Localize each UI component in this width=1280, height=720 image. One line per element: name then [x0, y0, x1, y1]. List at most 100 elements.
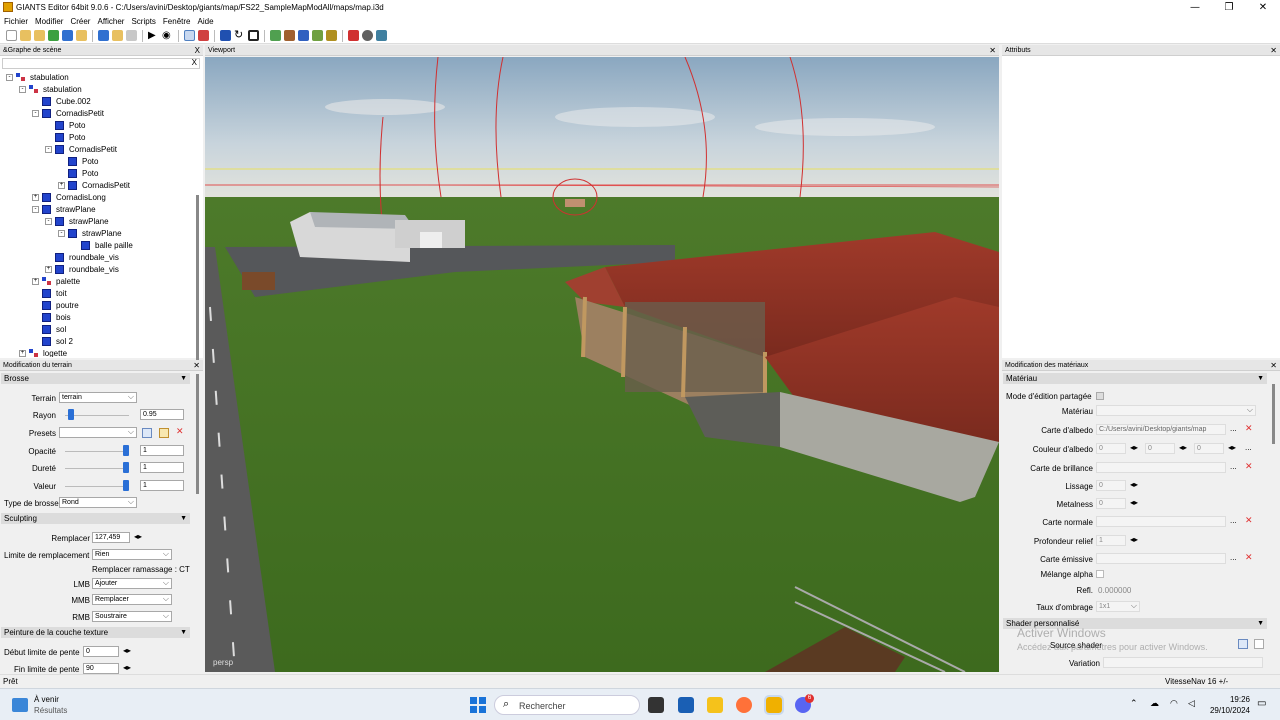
- menu-afficher[interactable]: Afficher: [97, 17, 124, 26]
- alpha-blend-checkbox[interactable]: [1096, 570, 1104, 578]
- refresh-icon[interactable]: [48, 30, 59, 41]
- weather-icon[interactable]: [12, 698, 28, 712]
- search-box[interactable]: ⌕ Rechercher: [494, 695, 640, 715]
- collapse-toggle-icon[interactable]: -: [45, 217, 52, 225]
- script-icon[interactable]: [376, 30, 387, 41]
- scene-tree-item[interactable]: toit: [32, 287, 67, 299]
- fin-arrows-icon[interactable]: ◂▸: [123, 663, 131, 672]
- store-icon[interactable]: [678, 697, 694, 713]
- lissage-input[interactable]: 0: [1096, 480, 1126, 491]
- material-section-header[interactable]: Matériau ▼: [1003, 373, 1267, 384]
- durete-input[interactable]: 1: [140, 462, 184, 473]
- scene-render[interactable]: persp: [205, 57, 999, 672]
- scene-tree-item[interactable]: - strawPlane: [58, 227, 122, 239]
- collapse-toggle-icon[interactable]: -: [45, 145, 52, 153]
- normal-browse-button[interactable]: ...: [1230, 516, 1237, 525]
- normal-remove-icon[interactable]: ✕: [1245, 515, 1253, 526]
- terrain-scrollbar[interactable]: [196, 374, 199, 494]
- scene-tree-item[interactable]: - strawPlane: [32, 203, 96, 215]
- firefox-icon[interactable]: [736, 697, 752, 713]
- material-scrollbar[interactable]: [1272, 384, 1275, 444]
- start-icon[interactable]: [470, 697, 486, 713]
- tree-icon[interactable]: [326, 30, 337, 41]
- attributes-close-button[interactable]: ✕: [1270, 45, 1277, 56]
- sculpting-section-header[interactable]: Sculpting ▼: [1, 513, 190, 524]
- tree-scrollbar[interactable]: [196, 195, 199, 360]
- settings-icon[interactable]: [362, 30, 373, 41]
- debut-pente-input[interactable]: 0: [83, 646, 119, 657]
- delete-preset-icon[interactable]: ✕: [176, 426, 184, 437]
- color-icon[interactable]: [348, 30, 359, 41]
- filter-clear-button[interactable]: X: [192, 58, 197, 67]
- save-icon[interactable]: [34, 30, 45, 41]
- volume-icon[interactable]: ◁: [1188, 698, 1195, 709]
- scene-tree-item[interactable]: Cube.002: [32, 95, 91, 107]
- valeur-input[interactable]: 1: [140, 480, 184, 491]
- albedo-b-input[interactable]: 0: [1194, 443, 1224, 454]
- scene-graph-close-button[interactable]: X: [195, 45, 200, 56]
- rayon-slider-knob[interactable]: [67, 409, 74, 420]
- decal-icon[interactable]: [312, 30, 323, 41]
- expand-toggle-icon[interactable]: +: [32, 277, 39, 285]
- albedo-g-arrows-icon[interactable]: ◂▸: [1179, 443, 1187, 452]
- scene-tree-item[interactable]: + CornadisLong: [32, 191, 106, 203]
- gloss-remove-icon[interactable]: ✕: [1245, 461, 1253, 472]
- open-icon[interactable]: [20, 30, 31, 41]
- move-icon[interactable]: [220, 30, 231, 41]
- variation-input[interactable]: [1103, 657, 1263, 668]
- remplacer-input[interactable]: 127,459: [92, 532, 130, 543]
- collapse-toggle-icon[interactable]: -: [32, 109, 39, 117]
- menu-fenetre[interactable]: Fenêtre: [163, 17, 191, 26]
- expand-toggle-icon[interactable]: +: [19, 349, 26, 357]
- durete-slider-knob[interactable]: [123, 462, 129, 473]
- normal-map-input[interactable]: [1096, 516, 1226, 527]
- fin-pente-input[interactable]: 90: [83, 663, 119, 674]
- mmb-select[interactable]: Remplacer: [92, 594, 172, 605]
- relief-arrows-icon[interactable]: ◂▸: [1130, 535, 1138, 544]
- opacite-slider-track[interactable]: [65, 451, 129, 452]
- scene-tree-item[interactable]: - strawPlane: [45, 215, 109, 227]
- chevron-up-icon[interactable]: ⌃: [1130, 698, 1138, 709]
- valeur-slider-knob[interactable]: [123, 480, 129, 491]
- terrain-close-button[interactable]: ✕: [193, 360, 200, 371]
- brush-section-header[interactable]: Brosse ▼: [1, 373, 190, 384]
- scene-tree-item[interactable]: + CornadisPetit: [58, 179, 130, 191]
- scene-tree-item[interactable]: sol: [32, 323, 66, 335]
- rayon-input[interactable]: 0.95: [140, 409, 184, 420]
- opacite-slider-knob[interactable]: [123, 445, 129, 456]
- task-view-icon[interactable]: [648, 697, 664, 713]
- material-close-button[interactable]: ✕: [1270, 360, 1277, 371]
- albedo-r-arrows-icon[interactable]: ◂▸: [1130, 443, 1138, 452]
- lissage-arrows-icon[interactable]: ◂▸: [1130, 480, 1138, 489]
- valeur-slider-track[interactable]: [65, 486, 129, 487]
- new-icon[interactable]: [6, 30, 17, 41]
- foliage-icon[interactable]: [298, 30, 309, 41]
- collapse-toggle-icon[interactable]: -: [58, 229, 65, 237]
- file-explorer-icon[interactable]: [707, 697, 723, 713]
- select-icon[interactable]: [184, 30, 195, 41]
- scene-tree-item[interactable]: balle paille: [71, 239, 133, 251]
- scene-tree-item[interactable]: - stabulation: [6, 71, 69, 83]
- scene-tree[interactable]: - stabulation - stabulation Cube.002- Cornadi…: [0, 71, 196, 357]
- collapse-toggle-icon[interactable]: -: [6, 73, 13, 81]
- load-preset-icon[interactable]: [159, 428, 169, 438]
- shader-source-icon[interactable]: [1238, 639, 1248, 649]
- limite-select[interactable]: Rien: [92, 549, 172, 560]
- menu-fichier[interactable]: Fichier: [4, 17, 28, 26]
- clock-date[interactable]: 29/10/2024: [1204, 706, 1250, 715]
- albedo-browse-button[interactable]: ...: [1230, 424, 1237, 433]
- brush-icon[interactable]: [198, 30, 209, 41]
- scene-tree-item[interactable]: - stabulation: [19, 83, 82, 95]
- viewport-close-button[interactable]: ✕: [989, 45, 996, 56]
- scene-tree-item[interactable]: bois: [32, 311, 71, 323]
- brush-type-select[interactable]: Rond: [59, 497, 137, 508]
- shadow-rate-select[interactable]: 1x1: [1096, 601, 1140, 612]
- play-icon[interactable]: ▶: [148, 30, 159, 41]
- emissive-map-input[interactable]: [1096, 553, 1226, 564]
- scene-tree-item[interactable]: Poto: [45, 119, 85, 131]
- terrain-select[interactable]: terrain: [59, 392, 137, 403]
- albedo-b-arrows-icon[interactable]: ◂▸: [1228, 443, 1236, 452]
- albedo-r-input[interactable]: 0: [1096, 443, 1126, 454]
- metalness-input[interactable]: 0: [1096, 498, 1126, 509]
- weather-title[interactable]: À venir: [34, 695, 59, 704]
